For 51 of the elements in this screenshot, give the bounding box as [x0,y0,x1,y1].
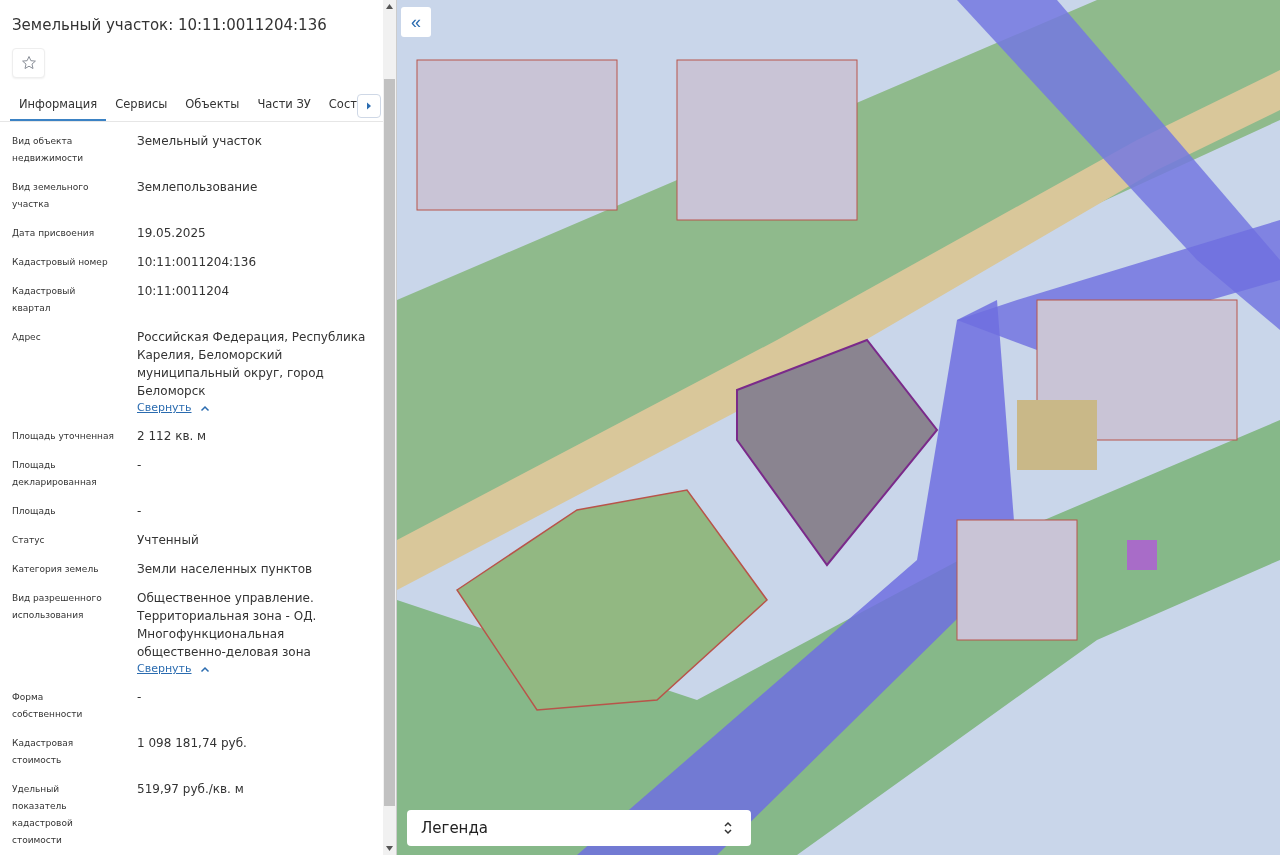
field-label: Адрес [12,331,42,344]
field-label: Вид земельного участка [12,181,90,211]
field-value: - [137,457,143,474]
tab[interactable]: Информация [10,90,107,121]
field-label: Категория земель [12,563,100,576]
field-label: Вид разрешенного использования [12,592,103,622]
chevron-up-icon [199,404,210,412]
field-label: Статус [12,534,46,547]
field-value: - [137,689,143,706]
field-label: Площадь декларированная [12,459,98,489]
field-value: Российская Федерация, Республика Карелия, Беломорский муниципальный округ, город Беломорск [137,329,367,400]
scrollbar-thumb[interactable] [384,79,395,806]
field-label: Дата присвоения [12,227,96,240]
tab[interactable]: Сост [319,90,357,121]
field-value: 2 112 кв. м [137,428,208,445]
field-value: Земельный участок [137,133,263,150]
scroll-up-icon [386,4,393,9]
legend-dropdown[interactable]: Легенда [407,810,751,846]
tab[interactable]: Части ЗУ [248,90,320,121]
field-value: 10:11:0011204:136 [137,254,257,271]
field-label: Площадь уточненная [12,430,115,443]
scroll-down-icon [386,846,393,851]
field-value: 1 098 181,74 руб. [137,735,248,752]
field-label: Кадастровая стоимость [12,737,75,767]
field-label: Вид объекта недвижимости [12,135,85,165]
collapse-panel-button[interactable]: « [401,7,431,37]
field-label: Площадь [12,505,57,518]
field-label: Удельный показатель кадастровой стоимости [12,783,74,847]
collapse-link[interactable]: Свернуть [137,661,192,677]
field-value: Общественное управление. Территориальная зона - ОД. Многофункциональная общественно-деловая зона [137,590,318,661]
field-label: Форма собственности [12,691,84,721]
collapse-link[interactable]: Свернуть [137,400,192,416]
field-value: Земли населенных пунктов [137,561,314,578]
star-icon [20,55,37,71]
field-label: Кадастровый квартал [12,285,77,315]
field-label: Кадастровый номер [12,256,109,269]
field-value: - [137,503,143,520]
tab[interactable]: Объекты [176,90,249,121]
field-value: Учтенный [137,532,200,549]
tab[interactable]: Сервисы [106,90,177,121]
next-tab-button[interactable] [357,93,381,118]
sort-arrows-icon [723,820,733,836]
field-value: 519,97 руб./кв. м [137,781,245,798]
scrollbar[interactable] [383,0,396,855]
field-value: 10:11:0011204 [137,283,231,300]
favorite-button[interactable] [12,48,45,78]
caret-icon [366,101,372,110]
field-value: 19.05.2025 [137,225,207,242]
chevron-up-icon [199,665,210,673]
field-value: Землепользование [137,179,259,196]
parcel-title: Земельный участок: 10:11:0011204:136 [12,16,328,34]
